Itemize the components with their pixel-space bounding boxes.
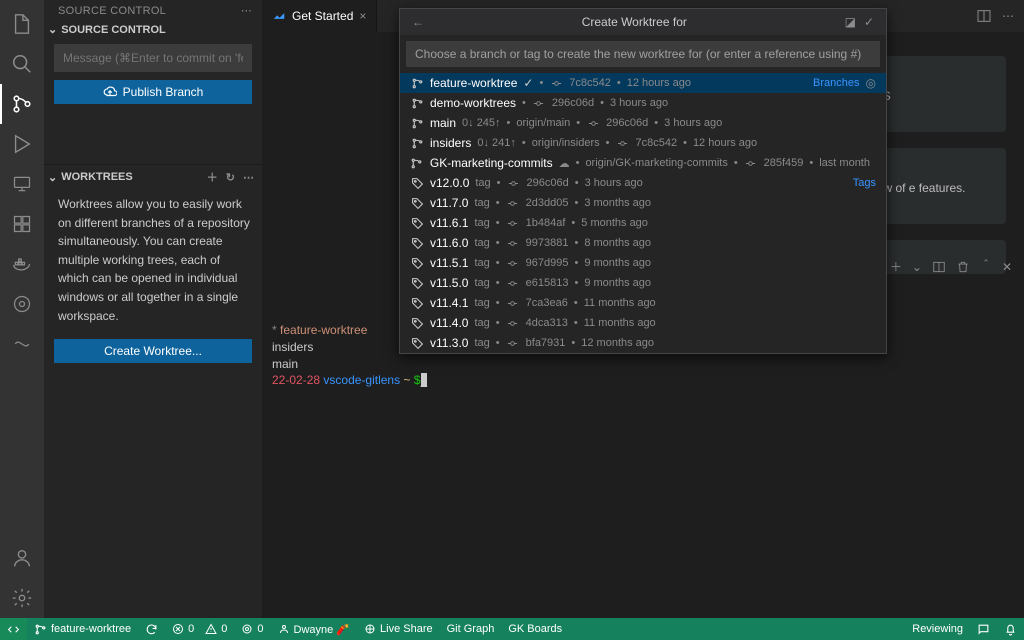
- close-tab-icon[interactable]: ×: [359, 9, 366, 23]
- quickpick-item[interactable]: GK-marketing-commits☁•origin/GK-marketin…: [400, 153, 886, 173]
- status-bell-icon[interactable]: [997, 618, 1024, 640]
- sidebar: SOURCE CONTROL ⋯ ⌄ SOURCE CONTROL Publis…: [44, 0, 262, 618]
- worktrees-section-header[interactable]: ⌄ WORKTREES ＋ ↻ ⋯: [44, 165, 262, 191]
- quickpick: ← Create Worktree for ◪ ✓ Choose a branc…: [399, 8, 887, 354]
- tag-icon: [410, 277, 424, 290]
- status-sync[interactable]: [138, 618, 165, 640]
- account-icon[interactable]: [0, 538, 44, 578]
- quickpick-ok-icon[interactable]: ✓: [860, 13, 878, 31]
- status-branch[interactable]: feature-worktree: [27, 618, 138, 640]
- status-user[interactable]: Dwayne 🧨: [271, 618, 358, 640]
- remote-indicator[interactable]: [0, 618, 27, 640]
- tag-icon: [410, 317, 424, 330]
- docker-icon[interactable]: [0, 244, 44, 284]
- quickpick-item[interactable]: v11.4.0tag•4dca313•11 months ago: [400, 313, 886, 333]
- terminal-new-icon[interactable]: ＋: [890, 258, 902, 275]
- quickpick-item[interactable]: v11.6.0tag•9973881•8 months ago: [400, 233, 886, 253]
- more-icon[interactable]: ⋯: [241, 4, 252, 17]
- tag-icon: [410, 337, 424, 350]
- quickpick-list: feature-worktree✓•7c8c542•12 hours agoBr…: [400, 73, 886, 353]
- tag-icon: [410, 257, 424, 270]
- quickpick-item[interactable]: insiders0↓ 241↑•origin/insiders•7c8c542•…: [400, 133, 886, 153]
- branch-icon: [410, 157, 424, 170]
- tag-icon: [410, 197, 424, 210]
- quickpick-item[interactable]: v11.5.1tag•967d995•9 months ago: [400, 253, 886, 273]
- quickpick-item[interactable]: v12.0.0tag•296c06d•3 hours agoTags: [400, 173, 886, 193]
- scm-section-header[interactable]: ⌄ SOURCE CONTROL: [44, 21, 262, 40]
- create-worktree-button[interactable]: Create Worktree...: [54, 339, 252, 363]
- source-control-icon[interactable]: [0, 84, 44, 124]
- status-reviewing[interactable]: Reviewing: [905, 618, 970, 640]
- add-icon[interactable]: ＋: [205, 167, 220, 187]
- quickpick-input[interactable]: Choose a branch or tag to create the new…: [406, 41, 880, 67]
- more-icon[interactable]: ⋯: [241, 169, 256, 186]
- quickpick-back-icon[interactable]: ←: [408, 13, 428, 31]
- worktrees-description: Worktrees allow you to easily work on di…: [44, 191, 262, 335]
- quickpick-title: Create Worktree for: [428, 15, 841, 29]
- quickpick-item[interactable]: v11.5.0tag•e615813•9 months ago: [400, 273, 886, 293]
- run-debug-icon[interactable]: [0, 124, 44, 164]
- tag-icon: [410, 217, 424, 230]
- branch-icon: [410, 117, 424, 130]
- quickpick-item[interactable]: v11.6.1tag•1b484af•5 months ago: [400, 213, 886, 233]
- publish-branch-button[interactable]: Publish Branch: [54, 80, 252, 104]
- remote-explorer-icon[interactable]: [0, 164, 44, 204]
- gitlens-icon[interactable]: [0, 284, 44, 324]
- refresh-icon[interactable]: ↻: [224, 169, 237, 186]
- status-liveshare[interactable]: Live Share: [357, 618, 440, 640]
- chevron-down-icon: ⌄: [48, 23, 57, 36]
- quickpick-item[interactable]: v11.7.0tag•2d3dd05•3 months ago: [400, 193, 886, 213]
- status-feedback-icon[interactable]: [970, 618, 997, 640]
- tag-icon: [410, 237, 424, 250]
- sidebar-title: SOURCE CONTROL ⋯: [44, 0, 262, 21]
- commit-graph-icon[interactable]: [0, 324, 44, 364]
- terminal-dropdown-icon[interactable]: ⌄: [912, 260, 922, 274]
- activity-bar: [0, 0, 44, 618]
- status-problems[interactable]: 0 0: [165, 618, 234, 640]
- close-panel-icon[interactable]: ✕: [1002, 260, 1012, 274]
- editor-area: Get Started × ⋯ with VS Code best custom…: [262, 0, 1024, 618]
- maximize-panel-icon[interactable]: ＾: [980, 258, 992, 275]
- quickpick-item[interactable]: demo-worktrees•296c06d•3 hours ago: [400, 93, 886, 113]
- quickpick-item[interactable]: feature-worktree✓•7c8c542•12 hours agoBr…: [400, 73, 886, 93]
- trash-icon[interactable]: [956, 260, 970, 274]
- branch-icon: [410, 77, 424, 90]
- tab-get-started[interactable]: Get Started ×: [262, 0, 377, 32]
- settings-gear-icon[interactable]: [0, 578, 44, 618]
- tag-icon: [410, 177, 424, 190]
- extensions-icon[interactable]: [0, 204, 44, 244]
- commit-message-input[interactable]: [54, 44, 252, 72]
- status-bar: feature-worktree 0 0 0 Dwayne 🧨 Live Sha…: [0, 618, 1024, 640]
- status-ports[interactable]: 0: [234, 618, 270, 640]
- reveal-icon[interactable]: ◎: [866, 76, 876, 90]
- quickpick-item[interactable]: main0↓ 245↑•origin/main•296c06d•3 hours …: [400, 113, 886, 133]
- status-gkboards[interactable]: GK Boards: [501, 618, 569, 640]
- search-icon[interactable]: [0, 44, 44, 84]
- chevron-down-icon: ⌄: [48, 171, 57, 184]
- explorer-icon[interactable]: [0, 4, 44, 44]
- more-icon[interactable]: ⋯: [1002, 9, 1014, 23]
- branch-icon: [410, 137, 424, 150]
- split-editor-icon[interactable]: [976, 8, 992, 24]
- tag-icon: [410, 297, 424, 310]
- quickpick-item[interactable]: v11.4.1tag•7ca3ea6•11 months ago: [400, 293, 886, 313]
- quickpick-item[interactable]: v11.3.0tag•bfa7931•12 months ago: [400, 333, 886, 353]
- status-gitgraph[interactable]: Git Graph: [440, 618, 502, 640]
- quickpick-reveal-icon[interactable]: ◪: [841, 13, 860, 31]
- split-terminal-icon[interactable]: [932, 260, 946, 274]
- branch-icon: [410, 97, 424, 110]
